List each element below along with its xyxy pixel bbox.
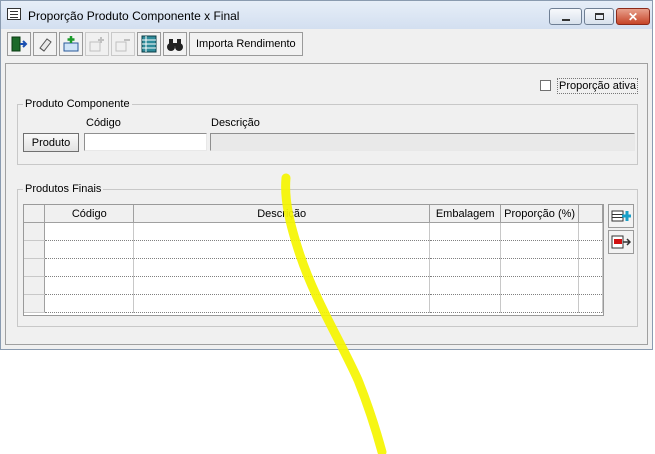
cell-package[interactable] xyxy=(429,240,502,259)
spreadsheet-icon xyxy=(141,35,157,53)
new-record-button[interactable] xyxy=(59,32,83,56)
exit-door-icon xyxy=(11,36,28,52)
grid-header-proportion[interactable]: Proporção (%) xyxy=(500,205,580,223)
table-row[interactable] xyxy=(24,258,603,277)
maximize-button[interactable] xyxy=(584,8,614,25)
spreadsheet-button[interactable] xyxy=(137,32,161,56)
cell-description[interactable] xyxy=(133,258,431,277)
cell-filler xyxy=(578,222,603,241)
title-bar[interactable]: Proporção Produto Componente x Final ✕ xyxy=(1,1,652,29)
final-products-grid[interactable]: Código Descrição Embalagem Proporção (%) xyxy=(23,204,604,316)
add-row-icon xyxy=(611,210,631,222)
add-record-icon xyxy=(63,36,79,52)
cell-package[interactable] xyxy=(429,258,502,277)
add-final-product-button[interactable] xyxy=(608,204,634,228)
toolbar: Importa Rendimento xyxy=(7,32,303,58)
cell-proportion[interactable] xyxy=(500,222,580,241)
cell-description[interactable] xyxy=(133,222,431,241)
row-indicator[interactable] xyxy=(24,276,46,295)
cell-description[interactable] xyxy=(133,240,431,259)
active-proportion-checkbox[interactable] xyxy=(540,80,551,91)
delete-row-button[interactable] xyxy=(111,32,135,56)
table-row[interactable] xyxy=(24,294,603,313)
table-row[interactable] xyxy=(24,276,603,295)
cell-description[interactable] xyxy=(133,294,431,313)
delete-row-icon xyxy=(115,39,130,52)
insert-row-icon xyxy=(89,37,104,52)
cell-code[interactable] xyxy=(44,222,135,241)
cell-code[interactable] xyxy=(44,294,135,313)
grid-indicator-header xyxy=(24,205,46,223)
exit-button[interactable] xyxy=(7,32,31,56)
eraser-icon xyxy=(39,38,52,52)
cell-proportion[interactable] xyxy=(500,276,580,295)
component-code-label: Código xyxy=(86,117,121,129)
grid-header-package[interactable]: Embalagem xyxy=(429,205,502,223)
grid-header-filler xyxy=(578,205,603,223)
cell-filler xyxy=(578,276,603,295)
row-indicator[interactable] xyxy=(24,258,46,277)
cell-filler xyxy=(578,240,603,259)
table-row[interactable] xyxy=(24,240,603,259)
minimize-button[interactable] xyxy=(549,8,582,25)
grid-header-code[interactable]: Código xyxy=(44,205,135,223)
maximize-icon xyxy=(594,13,604,20)
cell-code[interactable] xyxy=(44,276,135,295)
cell-proportion[interactable] xyxy=(500,294,580,313)
remove-row-icon xyxy=(611,235,631,249)
binoculars-icon xyxy=(167,39,183,51)
row-indicator[interactable] xyxy=(24,294,46,313)
cell-package[interactable] xyxy=(429,294,502,313)
product-lookup-button[interactable]: Produto xyxy=(23,133,79,152)
cell-package[interactable] xyxy=(429,222,502,241)
main-window: Proporção Produto Componente x Final ✕ I… xyxy=(0,0,653,350)
import-yield-button[interactable]: Importa Rendimento xyxy=(189,32,303,56)
final-products-group-title: Produtos Finais xyxy=(23,183,104,195)
minimize-icon xyxy=(561,18,570,21)
cell-code[interactable] xyxy=(44,258,135,277)
grid-header-row: Código Descrição Embalagem Proporção (%) xyxy=(24,205,603,223)
close-icon: ✕ xyxy=(627,9,639,24)
search-button[interactable] xyxy=(163,32,187,56)
clear-button[interactable] xyxy=(33,32,57,56)
cell-code[interactable] xyxy=(44,240,135,259)
cell-proportion[interactable] xyxy=(500,258,580,277)
cell-proportion[interactable] xyxy=(500,240,580,259)
grid-header-description[interactable]: Descrição xyxy=(133,205,431,223)
component-description-field xyxy=(210,133,635,151)
cell-package[interactable] xyxy=(429,276,502,295)
form-icon xyxy=(7,8,21,20)
table-row[interactable] xyxy=(24,222,603,241)
cell-filler xyxy=(578,294,603,313)
row-indicator[interactable] xyxy=(24,222,46,241)
insert-row-button[interactable] xyxy=(85,32,109,56)
cell-filler xyxy=(578,258,603,277)
component-code-field[interactable] xyxy=(84,133,207,151)
window-title: Proporção Produto Componente x Final xyxy=(28,9,240,23)
row-indicator[interactable] xyxy=(24,240,46,259)
close-button[interactable]: ✕ xyxy=(616,8,650,25)
component-description-label: Descrição xyxy=(211,117,260,129)
active-proportion-label[interactable]: Proporção ativa xyxy=(557,78,639,94)
cell-description[interactable] xyxy=(133,276,431,295)
remove-final-product-button[interactable] xyxy=(608,230,634,254)
component-group-title: Produto Componente xyxy=(23,98,132,110)
